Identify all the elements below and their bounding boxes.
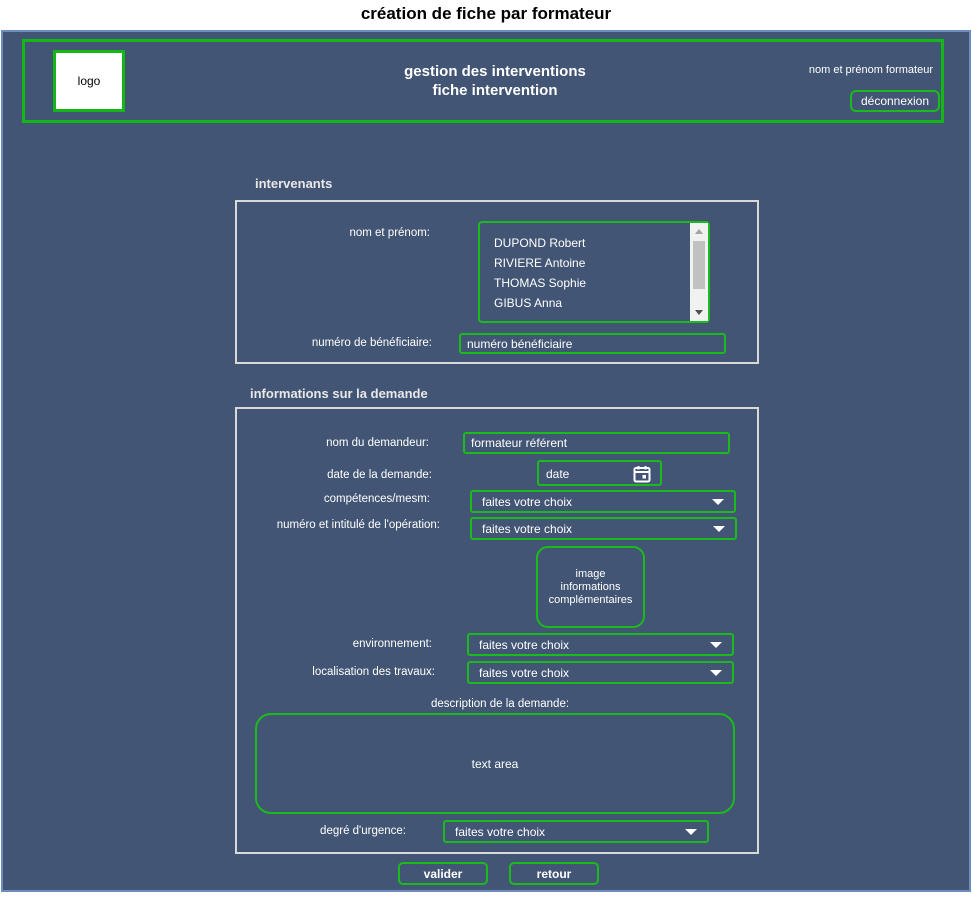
requester-input[interactable]: formateur référent: [463, 432, 730, 454]
app-title: gestion des interventions: [404, 63, 586, 80]
calendar-icon[interactable]: [633, 465, 651, 486]
beneficiary-label: numéro de bénéficiaire:: [311, 337, 432, 349]
back-button[interactable]: retour: [509, 862, 599, 885]
intervenants-heading: intervenants: [255, 176, 333, 191]
list-item[interactable]: RIVIERE Antoine: [494, 256, 585, 270]
list-item[interactable]: GIBUS Anna: [494, 296, 562, 310]
chevron-down-icon: [685, 828, 697, 835]
location-select[interactable]: faites votre choix: [467, 661, 734, 684]
validate-button[interactable]: valider: [398, 862, 488, 885]
scroll-thumb[interactable]: [693, 241, 705, 289]
scroll-down-icon[interactable]: [695, 310, 703, 315]
competences-value: faites votre choix: [482, 494, 573, 509]
header-bar: logo gestion des interventions fiche int…: [22, 39, 944, 123]
page-title: création de fiche par formateur: [360, 4, 612, 23]
intervenant-listbox[interactable]: DUPOND Robert RIVIERE Antoine THOMAS Sop…: [478, 221, 710, 323]
chevron-down-icon: [713, 525, 725, 532]
name-label: nom et prénom:: [349, 227, 430, 239]
requester-label: nom du demandeur:: [326, 437, 429, 449]
chevron-down-icon: [710, 669, 722, 676]
chevron-down-icon: [712, 498, 724, 505]
competences-label: compétences/mesm:: [323, 493, 430, 505]
location-label: localisation des travaux:: [312, 666, 435, 678]
logout-button[interactable]: déconnexion: [850, 90, 940, 112]
logo: logo: [53, 50, 125, 112]
date-value: date: [546, 467, 570, 481]
image-caption-line: complémentaires: [548, 593, 633, 606]
list-item[interactable]: DUPOND Robert: [494, 236, 585, 250]
description-textarea[interactable]: text area: [255, 713, 735, 814]
competences-select[interactable]: faites votre choix: [470, 490, 736, 513]
image-caption-line: informations: [560, 580, 621, 593]
operation-select[interactable]: faites votre choix: [470, 517, 737, 540]
chevron-down-icon: [710, 641, 722, 648]
date-label: date de la demande:: [327, 469, 432, 481]
beneficiary-input[interactable]: numéro bénéficiaire: [459, 333, 726, 354]
header-title: gestion des interventions fiche interven…: [325, 62, 665, 100]
environment-label: environnement:: [352, 638, 432, 650]
demande-heading: informations sur la demande: [250, 386, 428, 401]
environment-value: faites votre choix: [479, 637, 570, 652]
date-input[interactable]: date: [537, 460, 662, 486]
urgency-value: faites votre choix: [455, 824, 546, 839]
listbox-scrollbar[interactable]: [690, 223, 708, 321]
location-value: faites votre choix: [479, 665, 570, 680]
urgency-select[interactable]: faites votre choix: [443, 820, 709, 843]
scroll-up-icon[interactable]: [695, 229, 703, 234]
image-caption-line: image: [575, 567, 606, 580]
environment-select[interactable]: faites votre choix: [467, 633, 734, 656]
description-label: description de la demande:: [430, 698, 570, 710]
operation-label: numéro et intitulé de l'opération:: [276, 519, 440, 531]
complementary-image: image informations complémentaires: [536, 546, 645, 628]
urgency-label: degré d'urgence:: [320, 825, 406, 837]
operation-value: faites votre choix: [482, 521, 573, 536]
form-title: fiche intervention: [432, 82, 558, 99]
user-name: nom et prénom formateur: [808, 64, 933, 76]
list-item[interactable]: THOMAS Sophie: [494, 276, 586, 290]
